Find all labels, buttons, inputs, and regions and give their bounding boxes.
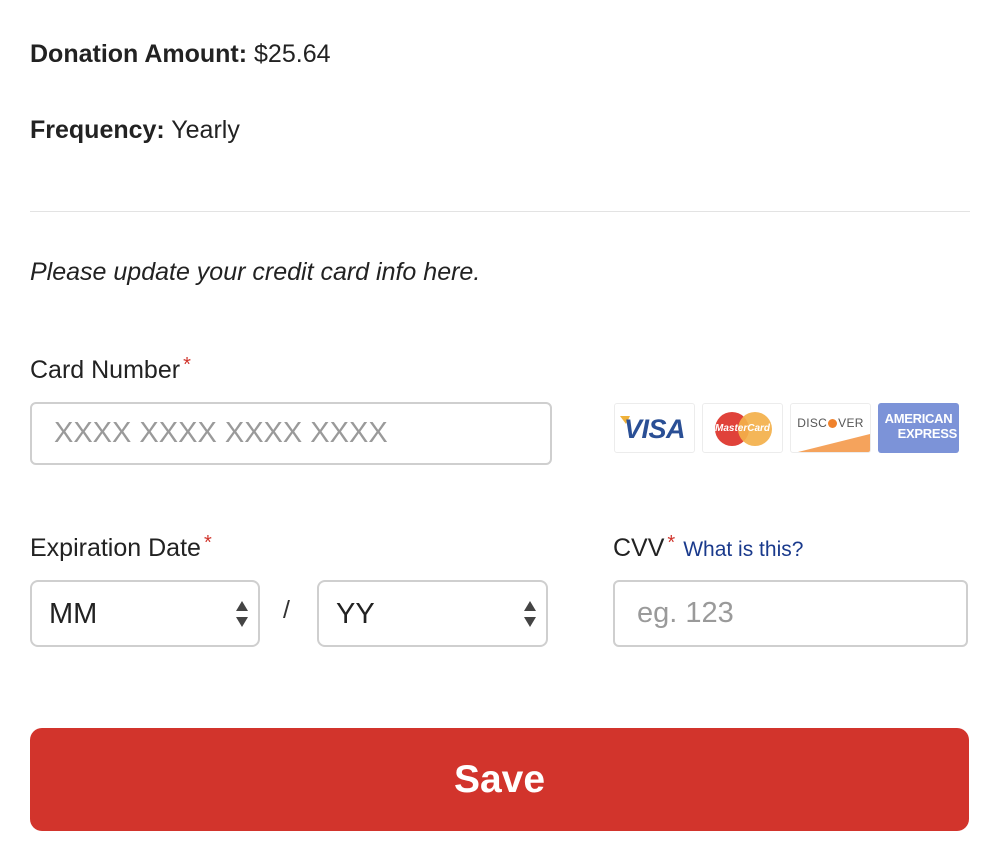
frequency-label: Frequency: — [30, 116, 165, 144]
visa-logo-text: VISA — [623, 414, 686, 444]
save-button[interactable]: Save — [30, 728, 969, 831]
card-number-label-text: Card Number — [30, 356, 181, 384]
discover-text-pre: DISC — [797, 416, 828, 430]
required-marker: * — [203, 532, 212, 554]
cvv-label: CVV * What is this? — [613, 532, 803, 563]
discover-swoosh-icon — [798, 434, 870, 452]
mastercard-logo-text: MasterCard — [714, 423, 771, 434]
date-separator: / — [283, 596, 290, 624]
card-number-input[interactable] — [30, 402, 552, 465]
update-card-form: Donation Amount: $25.64 Frequency: Yearl… — [0, 0, 986, 866]
discover-logo: DISC VER — [790, 403, 871, 453]
form-intro-text: Please update your credit card info here… — [30, 258, 481, 286]
cvv-label-text: CVV — [613, 534, 665, 562]
expiration-month-select[interactable]: MM — [30, 580, 260, 647]
expiration-year-value: YY — [336, 598, 375, 630]
card-number-label: Card Number * — [30, 354, 191, 385]
frequency-value: Yearly — [171, 116, 240, 144]
required-marker: * — [667, 532, 676, 554]
donation-amount-label: Donation Amount: — [30, 40, 248, 68]
visa-logo: VISA — [614, 403, 695, 453]
required-marker: * — [183, 354, 191, 376]
expiration-year-select[interactable]: YY — [317, 580, 548, 647]
amex-logo-text: AMERICAN EXPRESS — [878, 411, 959, 441]
amex-line-1: AMERICAN — [884, 411, 953, 426]
expiration-date-label-text: Expiration Date — [30, 534, 201, 562]
cvv-help-link[interactable]: What is this? — [683, 538, 803, 561]
donation-amount-value: $25.64 — [254, 40, 331, 68]
donation-amount: Donation Amount: $25.64 — [30, 40, 331, 69]
amex-line-2: EXPRESS — [897, 426, 958, 441]
section-divider — [30, 211, 970, 212]
up-down-arrows-icon — [236, 601, 248, 627]
expiration-month-value: MM — [49, 598, 98, 630]
discover-dot-icon — [828, 419, 838, 428]
expiration-date-label: Expiration Date * — [30, 532, 212, 563]
cvv-input[interactable] — [613, 580, 968, 647]
amex-logo: AMERICAN EXPRESS — [878, 403, 959, 453]
up-down-arrows-icon — [524, 601, 536, 627]
mastercard-logo: MasterCard — [702, 403, 783, 453]
discover-text-post: VER — [838, 416, 864, 430]
accepted-cards: VISA MasterCard DISC VER AMERICAN EXPRESS — [614, 403, 960, 453]
donation-frequency: Frequency: Yearly — [30, 116, 240, 145]
discover-logo-text: DISC VER — [791, 416, 870, 430]
